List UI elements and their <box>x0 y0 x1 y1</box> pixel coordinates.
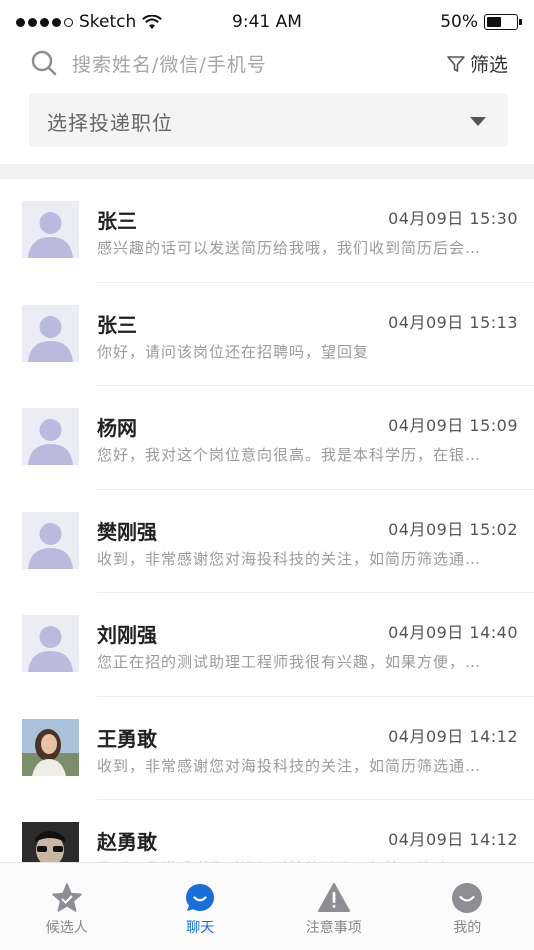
avatar-photo-image <box>22 718 79 776</box>
contact-name: 刘刚强 <box>97 623 157 647</box>
filter-label: 筛选 <box>469 54 508 76</box>
conversation-item[interactable]: 刘刚强 04月09日 14:40 您正在招的测试助理工程师我很有兴趣，如果方便，… <box>0 593 534 697</box>
message-preview: 收到，非常感谢您对海投科技的关注，如简历筛选通… <box>97 549 482 568</box>
dropdown-caret-icon <box>470 117 486 126</box>
profile-icon <box>452 883 483 913</box>
tab-bar: 候选人 聊天 注意事项 我的 <box>0 862 534 950</box>
tab-notices[interactable]: 注意事项 <box>267 863 401 950</box>
tab-candidates[interactable]: 候选人 <box>0 863 134 950</box>
conversation-item[interactable]: 王勇敢 04月09日 14:12 收到，非常感谢您对海投科技的关注，如简历筛选通… <box>0 697 534 800</box>
tab-candidates-label: 候选人 <box>45 920 88 936</box>
star-icon <box>52 883 82 912</box>
tab-chat-label: 聊天 <box>186 920 215 936</box>
conversation-list: 张三 04月09日 15:30 感兴趣的话可以发送简历给我哦，我们收到简历后会… 张三… <box>0 179 534 862</box>
battery-group: 50% <box>440 12 522 32</box>
avatar-placeholder-icon <box>22 408 79 465</box>
contact-name: 杨网 <box>97 416 137 440</box>
avatar-placeholder-icon <box>22 615 79 672</box>
position-select-label: 选择投递职位 <box>47 111 173 135</box>
avatar[interactable] <box>22 615 79 672</box>
tab-notices-label: 注意事项 <box>305 920 362 936</box>
search-input[interactable]: 搜索姓名/微信/手机号 <box>72 50 267 77</box>
message-time: 04月09日 15:09 <box>388 416 518 435</box>
battery-percent: 50% <box>440 12 478 32</box>
tab-chat[interactable]: 聊天 <box>134 863 268 950</box>
avatar-photo-image <box>22 822 79 862</box>
conversation-item[interactable]: 赵勇敢04月09日 14:12收到，非常感谢您对海投科技的关注，如简历筛选通… <box>0 800 534 862</box>
battery-icon <box>484 14 522 30</box>
message-time: 04月09日 14:40 <box>388 623 518 642</box>
avatar-placeholder-icon <box>22 304 79 362</box>
tab-profile-label: 我的 <box>453 920 482 936</box>
avatar[interactable] <box>22 718 79 776</box>
message-time: 04月09日 14:12 <box>388 830 518 849</box>
avatar[interactable] <box>22 822 79 862</box>
avatar-placeholder-icon <box>22 201 79 258</box>
conversation-item[interactable]: 樊刚强 04月09日 15:02 收到，非常感谢您对海投科技的关注，如简历筛选通… <box>0 490 534 593</box>
section-divider <box>0 164 534 179</box>
contact-name: 王勇敢 <box>97 726 157 751</box>
avatar[interactable] <box>22 408 79 465</box>
avatar[interactable] <box>22 201 79 258</box>
message-preview: 感兴趣的话可以发送简历给我哦，我们收到简历后会… <box>97 239 482 257</box>
tab-profile[interactable]: 我的 <box>401 863 534 950</box>
contact-name: 赵勇敢 <box>97 830 157 854</box>
position-select[interactable]: 选择投递职位 <box>29 93 508 147</box>
warning-icon <box>317 883 350 912</box>
message-time: 04月09日 15:13 <box>388 312 518 332</box>
contact-name: 张三 <box>97 312 137 337</box>
contact-name: 樊刚强 <box>97 519 157 544</box>
message-preview: 您好，我对这个岗位意向很高。我是本科学历，在银… <box>97 446 482 464</box>
conversation-item[interactable]: 杨网 04月09日 15:09 您好，我对这个岗位意向很高。我是本科学历，在银… <box>0 386 534 490</box>
message-time: 04月09日 14:12 <box>388 726 518 746</box>
conversation-item[interactable]: 张三 04月09日 15:13 你好，请问该岗位还在招聘吗，望回复 <box>0 283 534 386</box>
search-icon[interactable] <box>30 49 58 77</box>
filter-button[interactable]: 筛选 <box>446 50 508 77</box>
conversation-item[interactable]: 张三 04月09日 15:30 感兴趣的话可以发送简历给我哦，我们收到简历后会… <box>0 179 534 283</box>
chat-icon <box>186 884 215 911</box>
filter-icon <box>447 55 465 72</box>
message-preview: 您正在招的测试助理工程师我很有兴趣，如果方便，… <box>97 653 482 671</box>
message-time: 04月09日 15:30 <box>388 209 518 228</box>
avatar[interactable] <box>22 511 79 569</box>
search-row: 搜索姓名/微信/手机号 筛选 <box>0 44 534 84</box>
status-bar: Sketch 9:41 AM 50% <box>0 0 534 44</box>
avatar[interactable] <box>22 304 79 362</box>
message-time: 04月09日 15:02 <box>388 519 518 539</box>
contact-name: 张三 <box>97 209 137 233</box>
avatar-placeholder-icon <box>22 511 79 569</box>
message-preview: 你好，请问该岗位还在招聘吗，望回复 <box>97 342 370 361</box>
message-preview: 收到，非常感谢您对海投科技的关注，如简历筛选通… <box>97 756 482 775</box>
